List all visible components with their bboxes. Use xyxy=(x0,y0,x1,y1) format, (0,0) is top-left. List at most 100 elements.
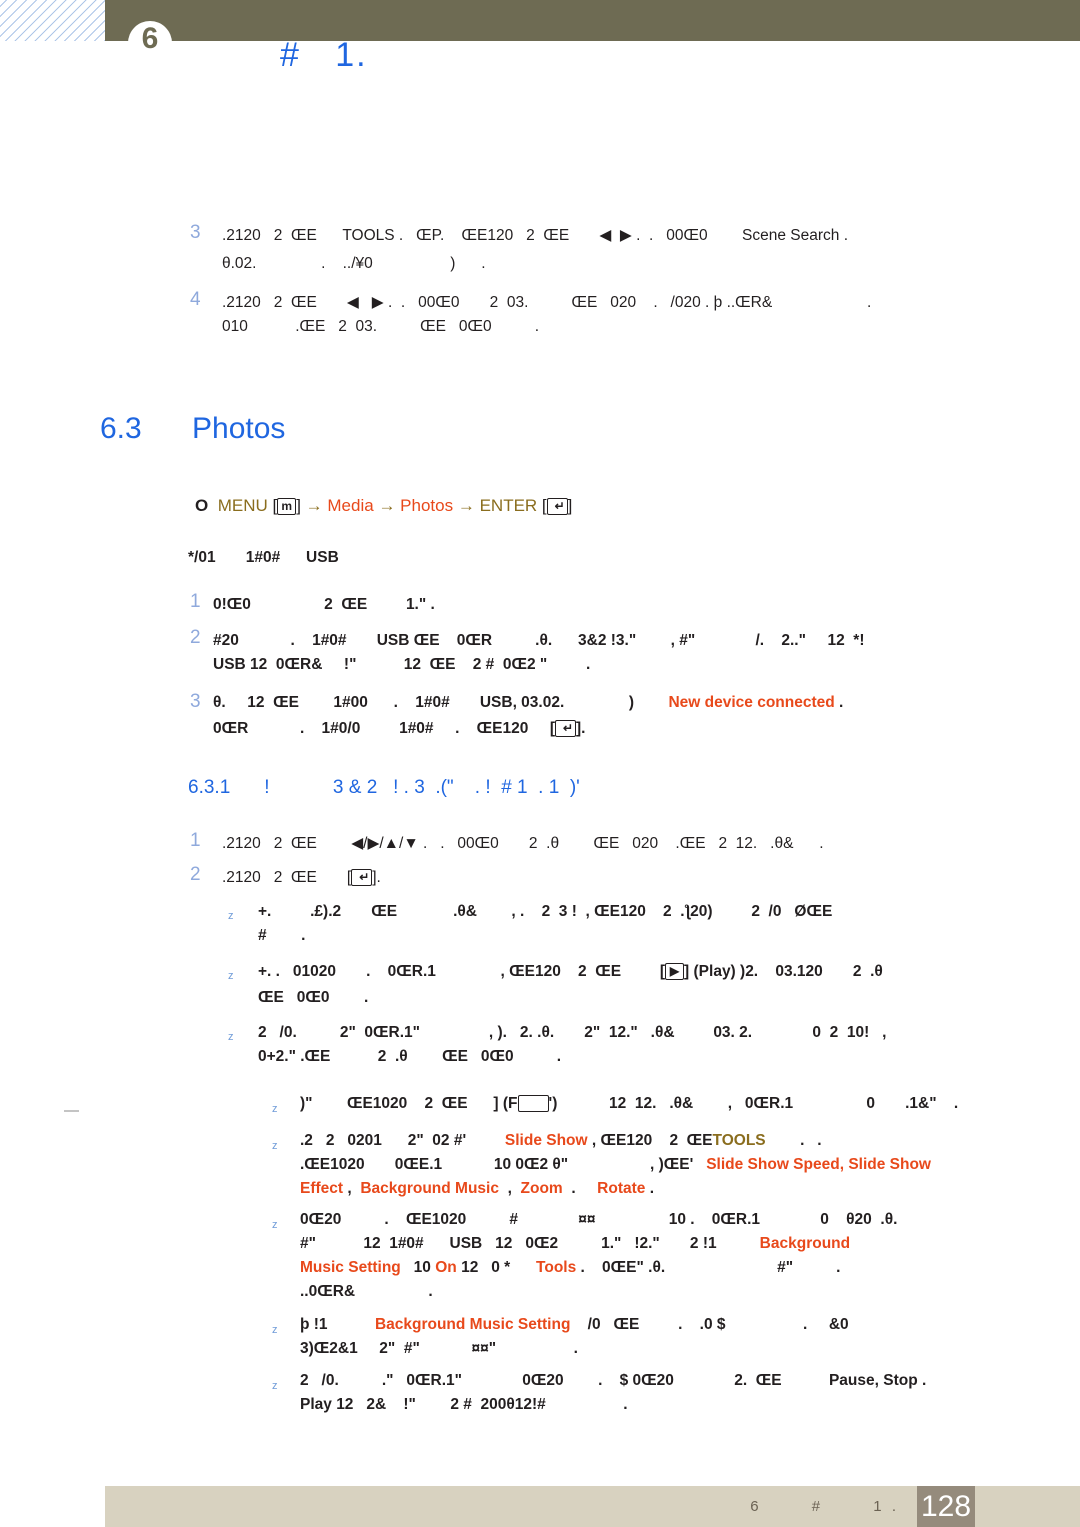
bullet-line: .2 2 0201 2" 02 #' xyxy=(300,1132,505,1149)
bullet-line: )" ŒE1020 2 ŒE ] (F xyxy=(300,1095,518,1112)
menu-option-tools[interactable]: Tools xyxy=(536,1259,576,1276)
menu-path: O MENU [m] → Media → Photos → ENTER [↵] xyxy=(195,496,573,515)
menu-option-background-music-setting[interactable]: Background Music Setting xyxy=(375,1316,571,1333)
menu-option-rotate[interactable]: Rotate xyxy=(597,1180,645,1197)
menu-option-music-setting[interactable]: Music Setting xyxy=(300,1259,401,1276)
bullet-icon: z xyxy=(272,1219,278,1231)
bullet-line: +. . 01020 . 0ŒR.1 , ŒE120 2 ŒE [ xyxy=(258,963,666,980)
bullet-line: , xyxy=(498,1180,521,1197)
step-number: 2 xyxy=(190,864,201,885)
menu-option-background-music[interactable]: Background Music xyxy=(360,1180,499,1197)
step-text: 010 .ŒE 2 03. ŒE 0Œ0 . xyxy=(222,313,1012,341)
menu-button-label[interactable]: MENU xyxy=(218,496,268,515)
page-number: 128 xyxy=(920,1490,972,1523)
bullet-line: . xyxy=(562,1180,598,1197)
bullet-line: þ !1 xyxy=(300,1316,375,1333)
step-line: .2120 2 ŒE TOOLS . ŒP. ŒE120 2 ŒE ◀ ▶ . … xyxy=(222,227,849,244)
step-text: .2120 2 ŒE ◀/▶/▲/▼ . . 00Œ0 2 .θ ŒE 020 … xyxy=(222,835,824,852)
step-line: 0ŒR . 1#0/0 1#0# . ŒE120 [ xyxy=(213,720,556,737)
step-line: ]. xyxy=(576,720,586,737)
menu-item-photos[interactable]: Photos xyxy=(400,496,453,515)
chapter-badge-number: 6 xyxy=(141,22,159,55)
page-title: # 1. xyxy=(280,36,368,74)
step-text: 0!Œ0 2 ŒE 1." . xyxy=(213,596,435,613)
arrow-icon: → xyxy=(457,496,475,515)
bullet-marker: O xyxy=(195,496,209,515)
menu-option-slide-show-speed-effect[interactable]: Slide Show Speed, Slide Show xyxy=(706,1156,931,1173)
section-title: Photos xyxy=(192,412,286,445)
bullet-icon: z xyxy=(272,1103,278,1115)
header-underlay xyxy=(105,41,1080,71)
corner-hatch-decoration xyxy=(0,0,105,41)
bullet-line: . xyxy=(645,1180,655,1197)
page-footer: 6 # 1 . 128 xyxy=(105,1486,1080,1527)
enter-key-icon: ↵ xyxy=(546,498,568,515)
page-number-badge: 128 xyxy=(917,1486,975,1527)
section-heading: 6.3 Photos xyxy=(100,412,285,446)
subsection-title: ! 3 & 2 ! . 3 .(" . ! # 1 . 1 )' xyxy=(264,777,580,798)
bullet-icon: z xyxy=(228,1031,234,1043)
arrow-icon: → xyxy=(378,496,396,515)
step-number: 3 xyxy=(190,222,201,243)
bullet-text: # . xyxy=(258,927,306,944)
footer-chapter-label: 6 # 1 . xyxy=(750,1498,899,1515)
enter-key-icon: ↵ xyxy=(351,869,373,886)
subsection-heading: 6.3.1 ! 3 & 2 ! . 3 .(" . ! # 1 . 1 )' xyxy=(188,777,580,799)
menu-option-zoom[interactable]: Zoom xyxy=(521,1180,563,1197)
bullet-line: #" 12 1#0# USB 12 0Œ2 1." !2." 2 !1 xyxy=(300,1235,760,1252)
menu-option-on[interactable]: On xyxy=(435,1259,457,1276)
step-line: . xyxy=(834,694,844,711)
menu-option-slide-show[interactable]: Slide Show xyxy=(505,1132,588,1149)
step-text: 0ŒR . 1#0/0 1#0# . ŒE120 [↵]. xyxy=(213,715,1013,743)
bullet-text: Play 12 2& !" 2 # 200θ12!# . xyxy=(300,1396,628,1413)
step-number: 2 xyxy=(190,627,201,648)
bullet-text: )" ŒE1020 2 ŒE ] (F ') 12 12. .θ& , 0ŒR.… xyxy=(300,1090,1015,1118)
bullet-text: 3)Œ2&1 2" #" ¤¤" . xyxy=(300,1340,578,1357)
step-number: 4 xyxy=(190,289,201,310)
header-band xyxy=(105,0,1080,41)
note-text: */01 1#0# USB xyxy=(188,549,339,566)
tools-button-label[interactable]: TOOLS xyxy=(713,1132,766,1149)
section-number: 6.3 xyxy=(100,412,142,445)
step-text: USB 12 0ŒR& !" 12 ŒE 2 # 0Œ2 " . xyxy=(213,656,591,673)
bullet-line: .ŒE1020 0ŒE.1 10 0Œ2 θ" , )ŒE' xyxy=(300,1156,707,1173)
step-text: .2120 2 ŒE TOOLS . ŒP. ŒE120 2 ŒE ◀ ▶ . … xyxy=(222,222,1012,250)
step-text: θ.02. . ../¥0 ) . xyxy=(222,250,1012,278)
step-number: 1 xyxy=(190,830,201,851)
menu-key-icon: m xyxy=(277,498,297,515)
playback-controls-label: Pause, Stop xyxy=(828,1372,918,1389)
bullet-line: 2 /0. ." 0ŒR.1" 0Œ20 . $ 0Œ20 2. ŒE xyxy=(300,1372,829,1389)
bullet-icon: z xyxy=(272,1380,278,1392)
bullet-text: ..0ŒR& . xyxy=(300,1283,433,1300)
menu-option-effect[interactable]: Effect xyxy=(300,1180,343,1197)
bullet-icon: z xyxy=(228,970,234,982)
bullet-line: /0 ŒE . .0 $ . &0 xyxy=(570,1316,849,1333)
nested-group-marker: — xyxy=(64,1102,79,1119)
subsection-number: 6.3.1 xyxy=(188,777,231,798)
menu-option-background[interactable]: Background xyxy=(760,1235,850,1252)
step-text: .2120 2 ŒE [↵]. xyxy=(222,864,1012,892)
step-text: θ. 12 ŒE 1#00 . 1#0# USB, 03.02. ) New d… xyxy=(213,689,1013,717)
bullet-text: +. . 01020 . 0ŒR.1 , ŒE120 2 ŒE [▶] (Pla… xyxy=(258,958,1013,986)
bullet-line: ] (Play) )2. 03.120 2 .θ xyxy=(684,963,883,980)
bullet-line: ') 12 12. .θ& , 0ŒR.1 0 .1&" . xyxy=(548,1095,959,1112)
bullet-line: . xyxy=(917,1372,927,1389)
step-line: 010 .ŒE 2 03. ŒE 0Œ0 . xyxy=(222,318,540,335)
bullet-line: 10 xyxy=(400,1259,436,1276)
bullet-line: 12 0 * xyxy=(456,1259,537,1276)
step-number: 1 xyxy=(190,591,201,612)
bullet-text: ŒE 0Œ0 . xyxy=(258,989,369,1006)
step-line: .2120 2 ŒE ◀ ▶ . . 00Œ0 2 03. ŒE 020 . /… xyxy=(222,294,872,311)
bullet-text: Effect , Background Music , Zoom . Rotat… xyxy=(300,1175,1015,1203)
enter-button-label[interactable]: ENTER xyxy=(480,496,538,515)
bullet-icon: z xyxy=(272,1324,278,1336)
bullet-text: 0+2." .ŒE 2 .θ ŒE 0Œ0 . xyxy=(258,1048,562,1065)
arrow-icon: → xyxy=(305,496,323,515)
step-line: θ.02. . ../¥0 ) . xyxy=(222,255,486,272)
step-number: 3 xyxy=(190,691,201,712)
bullet-line: . 0ŒE" .θ. #" . xyxy=(576,1259,841,1276)
bullet-icon: z xyxy=(272,1140,278,1152)
key-icon xyxy=(517,1095,549,1112)
enter-key-icon: ↵ xyxy=(555,720,577,737)
menu-item-media[interactable]: Media xyxy=(327,496,373,515)
